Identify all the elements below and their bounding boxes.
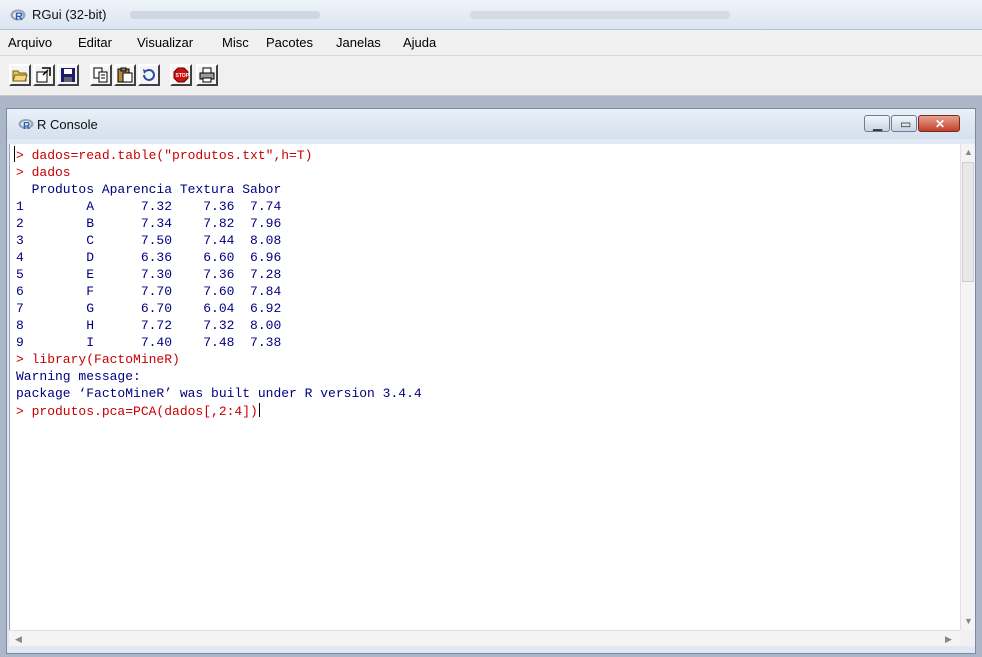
save-icon <box>61 68 75 82</box>
menu-janelas[interactable]: Janelas <box>336 35 381 50</box>
console-line: 7 G 6.70 6.04 6.92 <box>16 301 282 316</box>
console-input-line[interactable]: > produtos.pca=PCA(dados[,2:4]) <box>16 403 260 419</box>
print-icon <box>199 67 215 83</box>
console-title: R Console <box>37 117 98 132</box>
menu-pacotes[interactable]: Pacotes <box>266 35 313 50</box>
refresh-button[interactable] <box>138 64 160 86</box>
app-title-bar: R RGui (32-bit) <box>0 0 982 30</box>
console-line: 2 B 7.34 7.82 7.96 <box>16 216 282 231</box>
scrollbar-thumb[interactable] <box>962 162 974 282</box>
console-line: > dados <box>16 165 71 180</box>
menu-bar: Arquivo Editar Visualizar Misc Pacotes J… <box>0 30 982 56</box>
copy-button[interactable] <box>90 64 112 86</box>
console-title-bar[interactable]: R R Console ▁ ▭ ✕ <box>7 109 975 139</box>
menu-editar[interactable]: Editar <box>78 35 112 50</box>
obscured-title-text <box>470 11 730 19</box>
scroll-up-icon[interactable]: ▲ <box>964 147 973 157</box>
console-line: > dados=read.table("produtos.txt",h=T) <box>16 148 313 163</box>
console-line: 9 I 7.40 7.48 7.38 <box>16 335 282 350</box>
copy-icon <box>93 67 108 83</box>
close-button[interactable]: ✕ <box>918 115 960 132</box>
menu-visualizar[interactable]: Visualizar <box>137 35 193 50</box>
save-button[interactable] <box>57 64 79 86</box>
svg-text:R: R <box>15 11 23 22</box>
console-line: 3 C 7.50 7.44 8.08 <box>16 233 282 248</box>
maximize-icon: ▭ <box>900 117 912 131</box>
vertical-scrollbar[interactable]: ▲ ▼ <box>960 144 975 630</box>
console-line: 8 H 7.72 7.32 8.00 <box>16 318 282 333</box>
stop-button[interactable]: STOP <box>170 64 192 86</box>
left-margin-caret <box>14 146 15 162</box>
open-script-icon <box>12 70 28 82</box>
console-line: package ‘FactoMineR’ was built under R v… <box>16 386 422 401</box>
minimize-icon: ▁ <box>873 117 883 131</box>
stop-icon: STOP <box>173 67 189 83</box>
console-line: Produtos Aparencia Textura Sabor <box>16 182 282 197</box>
obscured-title-text <box>130 11 320 19</box>
console-line: > library(FactoMineR) <box>16 352 180 367</box>
refresh-icon <box>143 69 155 81</box>
load-workspace-button[interactable] <box>33 64 55 86</box>
r-logo-icon: R <box>10 9 26 22</box>
menu-misc[interactable]: Misc <box>222 35 249 50</box>
print-button[interactable] <box>196 64 218 86</box>
scroll-left-icon[interactable]: ◀ <box>15 634 22 645</box>
svg-text:STOP: STOP <box>176 73 190 79</box>
text-cursor <box>258 403 260 417</box>
console-line: 5 E 7.30 7.36 7.28 <box>16 267 282 282</box>
console-line: 1 A 7.32 7.36 7.74 <box>16 199 282 214</box>
app-title: RGui (32-bit) <box>32 7 107 22</box>
paste-icon <box>117 67 133 83</box>
console-line: 6 F 7.70 7.60 7.84 <box>16 284 282 299</box>
paste-button[interactable] <box>114 64 136 86</box>
console-output-area[interactable]: > dados=read.table("produtos.txt",h=T) >… <box>9 144 960 630</box>
menu-arquivo[interactable]: Arquivo <box>8 35 52 50</box>
console-line: Warning message: <box>16 369 141 384</box>
console-line: > produtos.pca=PCA(dados[,2:4]) <box>16 404 258 419</box>
toolbar: STOP <box>0 56 982 96</box>
minimize-button[interactable]: ▁ <box>864 115 890 132</box>
load-workspace-icon <box>36 67 51 83</box>
scroll-down-icon[interactable]: ▼ <box>964 616 973 626</box>
menu-ajuda[interactable]: Ajuda <box>403 35 436 50</box>
scroll-right-icon[interactable]: ▶ <box>945 634 952 645</box>
maximize-button[interactable]: ▭ <box>891 115 917 132</box>
svg-text:R: R <box>23 121 31 130</box>
open-script-button[interactable] <box>9 64 31 86</box>
close-icon: ✕ <box>935 117 946 131</box>
resize-grip-icon[interactable] <box>960 630 975 646</box>
horizontal-scrollbar[interactable]: ◀ ▶ <box>9 630 960 646</box>
console-line: 4 D 6.36 6.60 6.96 <box>16 250 282 265</box>
r-logo-icon: R <box>18 119 34 130</box>
